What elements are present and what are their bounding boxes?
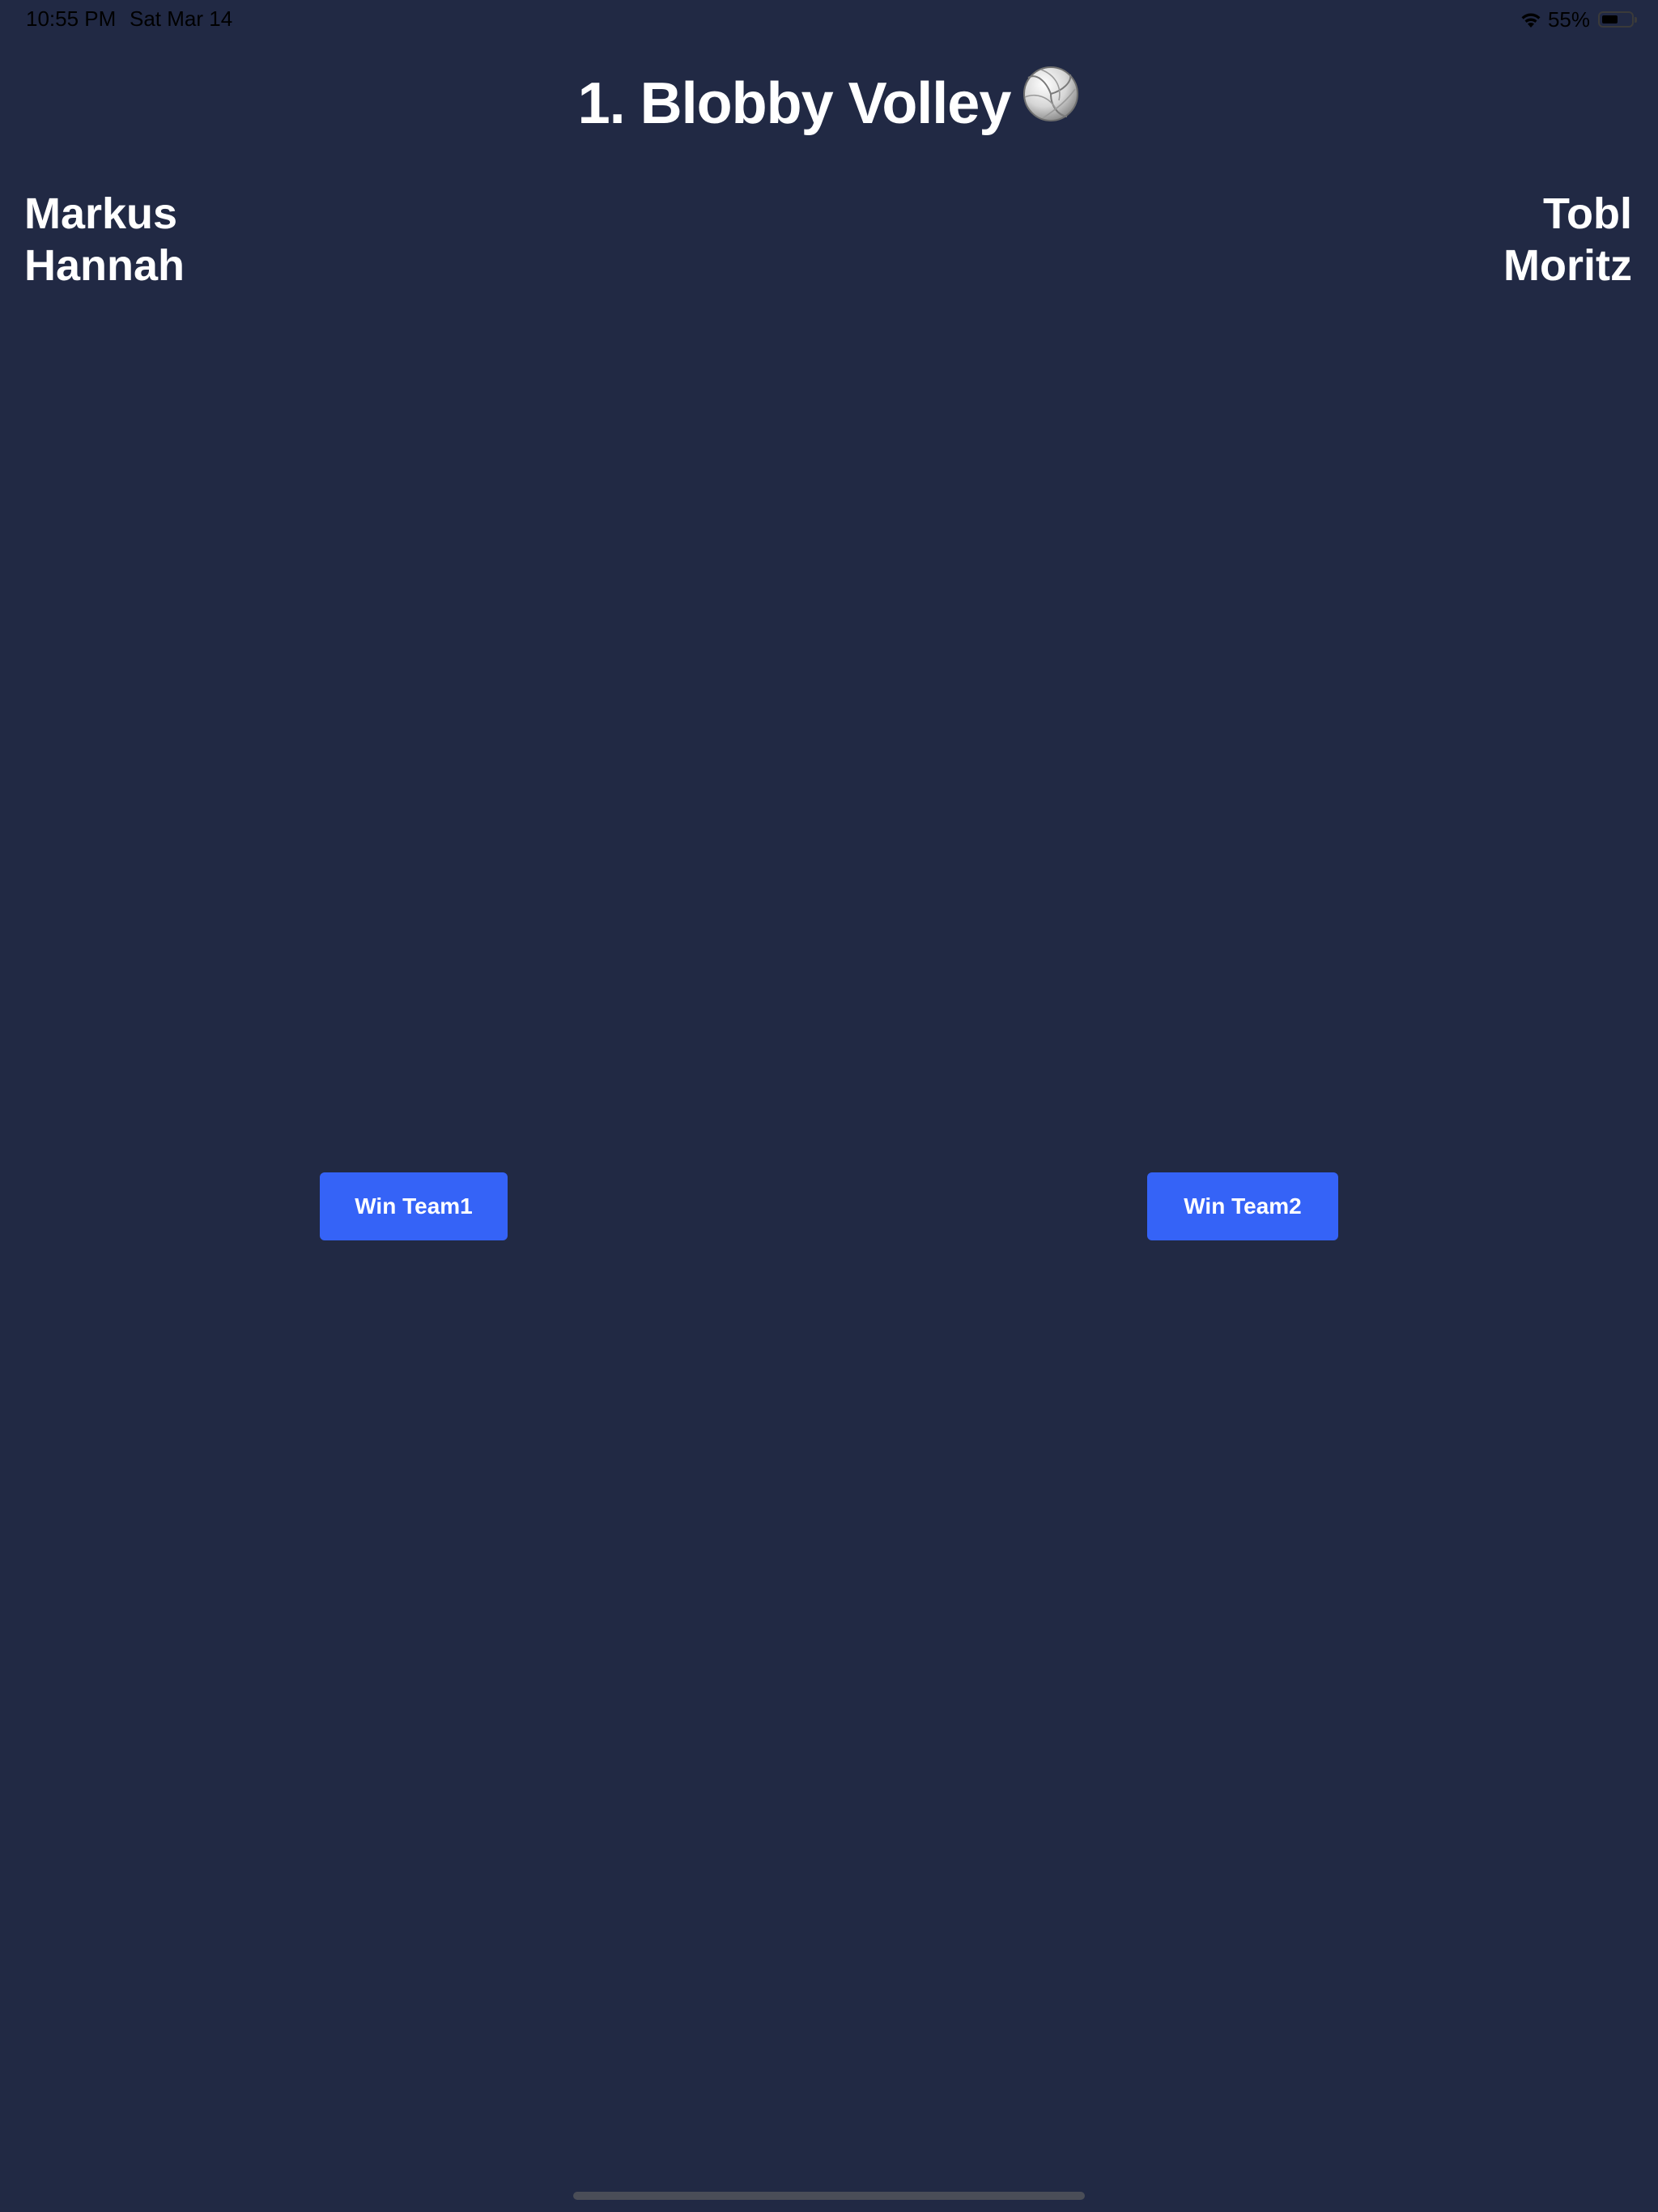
battery-icon <box>1598 11 1637 28</box>
home-indicator[interactable] <box>573 2192 1085 2200</box>
wifi-icon <box>1519 10 1543 29</box>
battery-percent: 55% <box>1547 6 1590 32</box>
battery-fill <box>1602 15 1618 23</box>
team2-players: Tobl Moritz <box>1503 188 1632 291</box>
status-time: 10:55 PM <box>26 6 117 31</box>
win-team1-button[interactable]: Win Team1 <box>320 1172 508 1240</box>
team1-player-2: Hannah <box>24 241 185 290</box>
battery-cap <box>1635 17 1637 23</box>
game-title-text: 1. Blobby Volley <box>577 71 1012 136</box>
status-date: Sat Mar 14 <box>130 6 233 31</box>
volleyball-icon <box>1022 65 1080 141</box>
team2-player-1: Tobl <box>1543 189 1632 238</box>
team1-players: Markus Hannah <box>24 188 185 291</box>
team2-player-2: Moritz <box>1503 241 1632 290</box>
status-bar: 10:55 PM Sat Mar 14 55% <box>0 0 1658 39</box>
team1-player-1: Markus <box>24 189 178 238</box>
game-title: 1. Blobby Volley <box>0 66 1658 141</box>
status-indicators: 55% <box>1519 6 1637 32</box>
win-team2-button[interactable]: Win Team2 <box>1147 1172 1338 1240</box>
